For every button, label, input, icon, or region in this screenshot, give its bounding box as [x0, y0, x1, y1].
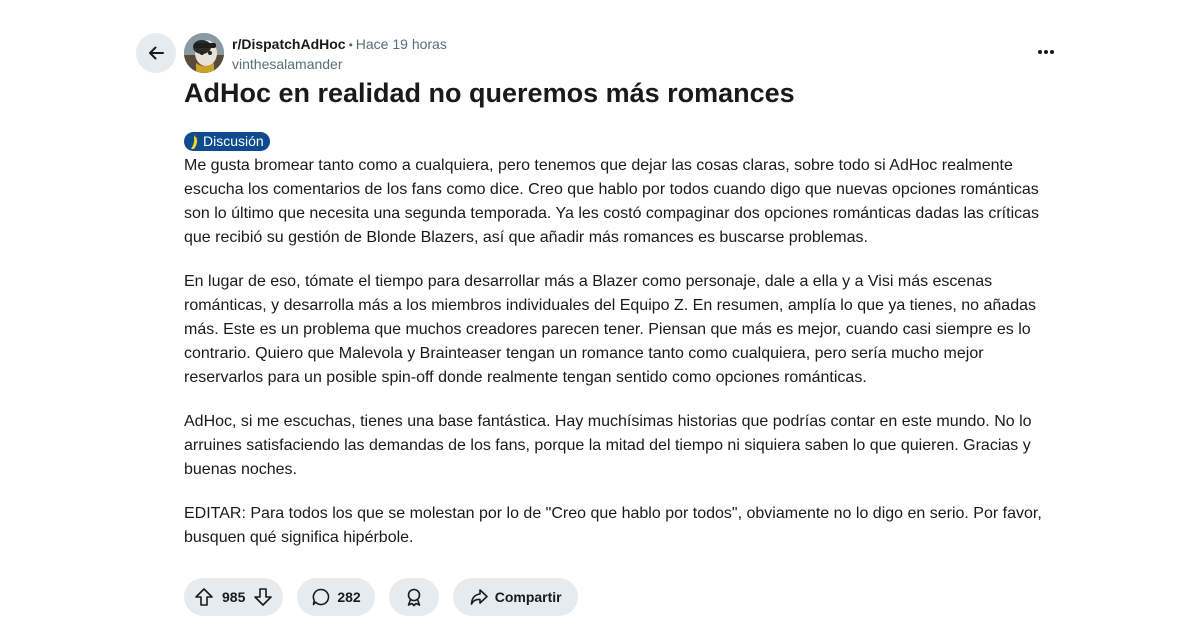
comment-count: 282	[337, 589, 361, 605]
post-body: Me gusta bromear tanto como a cualquiera…	[184, 154, 1064, 570]
post-paragraph: AdHoc, si me escuchas, tienes una base f…	[184, 413, 1032, 478]
vote-count: 985	[222, 589, 246, 605]
post-paragraph: EDITAR: Para todos los que se molestan p…	[184, 505, 1042, 546]
upvote-button[interactable]	[192, 585, 216, 609]
post-flair[interactable]: Discusión	[184, 132, 270, 151]
post-paragraph: Me gusta bromear tanto como a cualquiera…	[184, 157, 1040, 246]
share-arrow-icon	[470, 589, 488, 605]
more-horizontal-icon	[1038, 50, 1054, 54]
post-paragraph: En lugar de eso, tómate el tiempo para d…	[184, 273, 1036, 386]
more-options-button[interactable]	[1026, 40, 1066, 64]
post-title: AdHoc en realidad no queremos más romanc…	[184, 78, 795, 108]
post-meta: r/DispatchAdHoc • Hace 19 horas vinthesala…	[232, 35, 447, 73]
share-label: Compartir	[494, 589, 562, 605]
post-actions: 985 282 Compartir	[184, 578, 578, 616]
upvote-arrow-icon	[195, 588, 213, 606]
comments-button[interactable]: 282	[297, 578, 375, 616]
award-button[interactable]	[388, 578, 439, 616]
author-link[interactable]: vinthesalamander	[232, 55, 447, 73]
back-button[interactable]	[136, 33, 176, 73]
downvote-button[interactable]	[251, 585, 275, 609]
avatar-image	[184, 33, 224, 73]
subreddit-avatar[interactable]	[184, 33, 224, 73]
arrow-left-icon	[149, 46, 164, 60]
meta-separator: •	[348, 38, 353, 52]
downvote-arrow-icon	[254, 588, 273, 606]
post-page: r/DispatchAdHoc • Hace 19 horas vinthesala…	[0, 0, 1200, 630]
comment-bubble-icon	[312, 588, 330, 606]
subreddit-link[interactable]: r/DispatchAdHoc	[232, 36, 346, 52]
banana-icon	[191, 134, 198, 149]
flair-label: Discusión	[203, 133, 264, 149]
vote-control: 985	[184, 578, 284, 616]
post-time: Hace 19 horas	[355, 36, 447, 52]
award-icon	[407, 588, 421, 607]
share-button[interactable]: Compartir	[452, 578, 578, 616]
